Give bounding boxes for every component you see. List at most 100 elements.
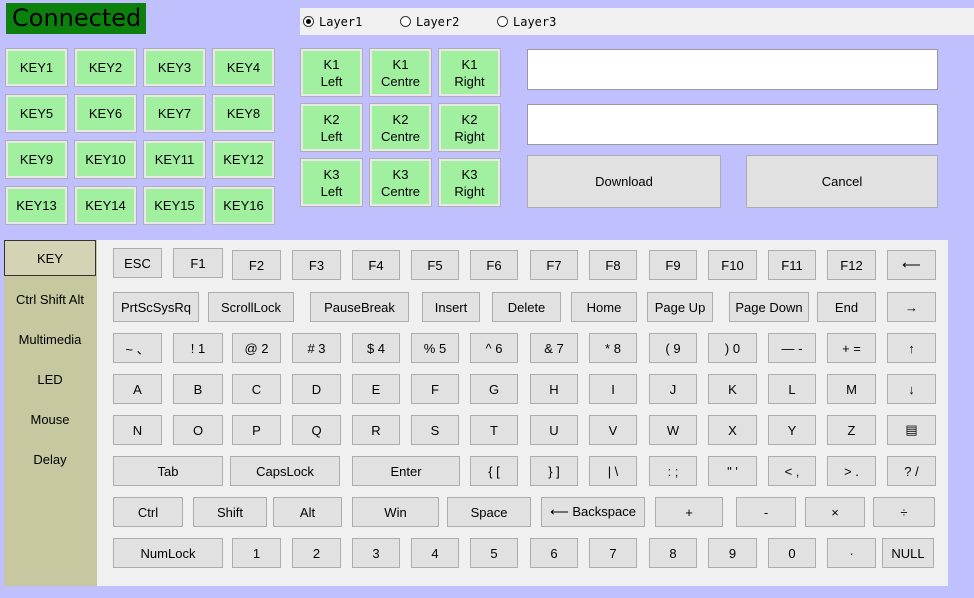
keyboard-key[interactable]: Y [768, 415, 816, 445]
keyboard-key[interactable]: @ 2 [232, 333, 281, 363]
keyboard-key[interactable]: → [887, 292, 936, 322]
sidebar-item[interactable]: KEY [4, 240, 96, 276]
keyboard-key[interactable]: C [232, 374, 281, 404]
keyboard-key[interactable]: Page Up [647, 292, 713, 322]
keyboard-key[interactable]: F10 [708, 250, 757, 280]
keyboard-key[interactable]: O [173, 415, 223, 445]
keyboard-key[interactable]: 7 [589, 538, 637, 568]
keyboard-key[interactable]: ( 9 [649, 333, 697, 363]
keyboard-key[interactable]: F2 [232, 250, 281, 280]
sidebar-item[interactable]: Ctrl Shift Alt [4, 281, 96, 317]
macro-key-4[interactable]: KEY4 [212, 48, 275, 87]
keyboard-key[interactable]: # 3 [292, 333, 341, 363]
keyboard-key[interactable]: ÷ [873, 497, 935, 527]
keyboard-key[interactable]: H [530, 374, 578, 404]
keyboard-key[interactable]: NumLock [113, 538, 223, 568]
keyboard-key[interactable]: ) 0 [708, 333, 757, 363]
keyboard-key[interactable]: Tab [113, 456, 223, 486]
keyboard-key[interactable]: · [827, 538, 876, 568]
keyboard-key[interactable]: ESC [113, 248, 162, 278]
keyboard-key[interactable]: 2 [292, 538, 341, 568]
macro-key-9[interactable]: KEY9 [5, 140, 68, 179]
keyboard-key[interactable]: 3 [352, 538, 400, 568]
keyboard-key[interactable]: 6 [530, 538, 578, 568]
macro-key-13[interactable]: KEY13 [5, 186, 68, 225]
keyboard-key[interactable]: F9 [649, 250, 697, 280]
keyboard-key[interactable]: + [655, 497, 723, 527]
keyboard-key[interactable]: P [232, 415, 281, 445]
sidebar-item[interactable]: LED [4, 361, 96, 397]
keyboard-key[interactable]: R [352, 415, 400, 445]
keyboard-key[interactable]: Alt [273, 497, 342, 527]
keyboard-key[interactable]: V [589, 415, 637, 445]
keyboard-key[interactable]: T [470, 415, 518, 445]
knob-key-2[interactable]: K1 Centre [369, 48, 432, 97]
keyboard-key[interactable]: Home [571, 292, 637, 322]
keyboard-key[interactable]: } ] [530, 456, 578, 486]
text-field-1[interactable] [527, 49, 938, 90]
keyboard-key[interactable]: F4 [352, 250, 400, 280]
keyboard-key[interactable]: D [292, 374, 341, 404]
sidebar-item[interactable]: Delay [4, 441, 96, 477]
keyboard-key[interactable]: E [352, 374, 400, 404]
macro-key-16[interactable]: KEY16 [212, 186, 275, 225]
keyboard-key[interactable]: 4 [411, 538, 459, 568]
layer-radio-3[interactable]: Layer3 [497, 8, 556, 35]
keyboard-key[interactable]: ? / [887, 456, 936, 486]
macro-key-1[interactable]: KEY1 [5, 48, 68, 87]
keyboard-key[interactable]: % 5 [411, 333, 459, 363]
keyboard-key[interactable]: Page Down [729, 292, 809, 322]
macro-key-3[interactable]: KEY3 [143, 48, 206, 87]
macro-key-7[interactable]: KEY7 [143, 94, 206, 133]
keyboard-key[interactable]: F11 [768, 250, 816, 280]
keyboard-key[interactable]: K [708, 374, 757, 404]
keyboard-key[interactable]: ! 1 [173, 333, 223, 363]
keyboard-key[interactable]: PrtScSysRq [113, 292, 199, 322]
knob-key-6[interactable]: K2 Right [438, 103, 501, 152]
keyboard-key[interactable]: ⟵ [887, 250, 936, 280]
keyboard-key[interactable]: ScrollLock [208, 292, 294, 322]
keyboard-key[interactable]: { [ [470, 456, 518, 486]
keyboard-key[interactable]: W [649, 415, 697, 445]
knob-key-1[interactable]: K1 Left [300, 48, 363, 97]
keyboard-key[interactable]: Enter [352, 456, 460, 486]
keyboard-key[interactable]: + = [827, 333, 876, 363]
knob-key-7[interactable]: K3 Left [300, 158, 363, 207]
download-button[interactable]: Download [527, 155, 721, 208]
keyboard-key[interactable]: | \ [589, 456, 637, 486]
layer-radio-1[interactable]: Layer1 [303, 8, 362, 35]
keyboard-key[interactable]: Ctrl [113, 497, 183, 527]
macro-key-12[interactable]: KEY12 [212, 140, 275, 179]
macro-key-5[interactable]: KEY5 [5, 94, 68, 133]
keyboard-key[interactable]: × [805, 497, 865, 527]
macro-key-15[interactable]: KEY15 [143, 186, 206, 225]
keyboard-key[interactable]: Win [352, 497, 439, 527]
keyboard-key[interactable]: ⟵ Backspace [541, 497, 645, 527]
keyboard-key[interactable]: > . [827, 456, 876, 486]
keyboard-key[interactable]: Shift [193, 497, 267, 527]
cancel-button[interactable]: Cancel [746, 155, 938, 208]
keyboard-key[interactable]: L [768, 374, 816, 404]
keyboard-key[interactable]: : ; [649, 456, 697, 486]
keyboard-key[interactable]: S [411, 415, 459, 445]
layer-radio-2[interactable]: Layer2 [400, 8, 459, 35]
keyboard-key[interactable]: Delete [492, 292, 561, 322]
keyboard-key[interactable]: 5 [470, 538, 518, 568]
macro-key-8[interactable]: KEY8 [212, 94, 275, 133]
keyboard-key[interactable]: U [530, 415, 578, 445]
keyboard-key[interactable]: & 7 [530, 333, 578, 363]
keyboard-key[interactable]: B [173, 374, 223, 404]
keyboard-key[interactable]: ↓ [887, 374, 936, 404]
keyboard-key[interactable]: - [736, 497, 796, 527]
keyboard-key[interactable]: N [113, 415, 162, 445]
keyboard-key[interactable]: — - [768, 333, 816, 363]
text-field-2[interactable] [527, 104, 938, 145]
keyboard-key[interactable]: F [411, 374, 459, 404]
keyboard-key[interactable]: PauseBreak [310, 292, 409, 322]
macro-key-10[interactable]: KEY10 [74, 140, 137, 179]
knob-key-5[interactable]: K2 Centre [369, 103, 432, 152]
keyboard-key[interactable]: NULL [882, 538, 934, 568]
keyboard-key[interactable]: 9 [708, 538, 757, 568]
keyboard-key[interactable]: A [113, 374, 162, 404]
macro-key-14[interactable]: KEY14 [74, 186, 137, 225]
